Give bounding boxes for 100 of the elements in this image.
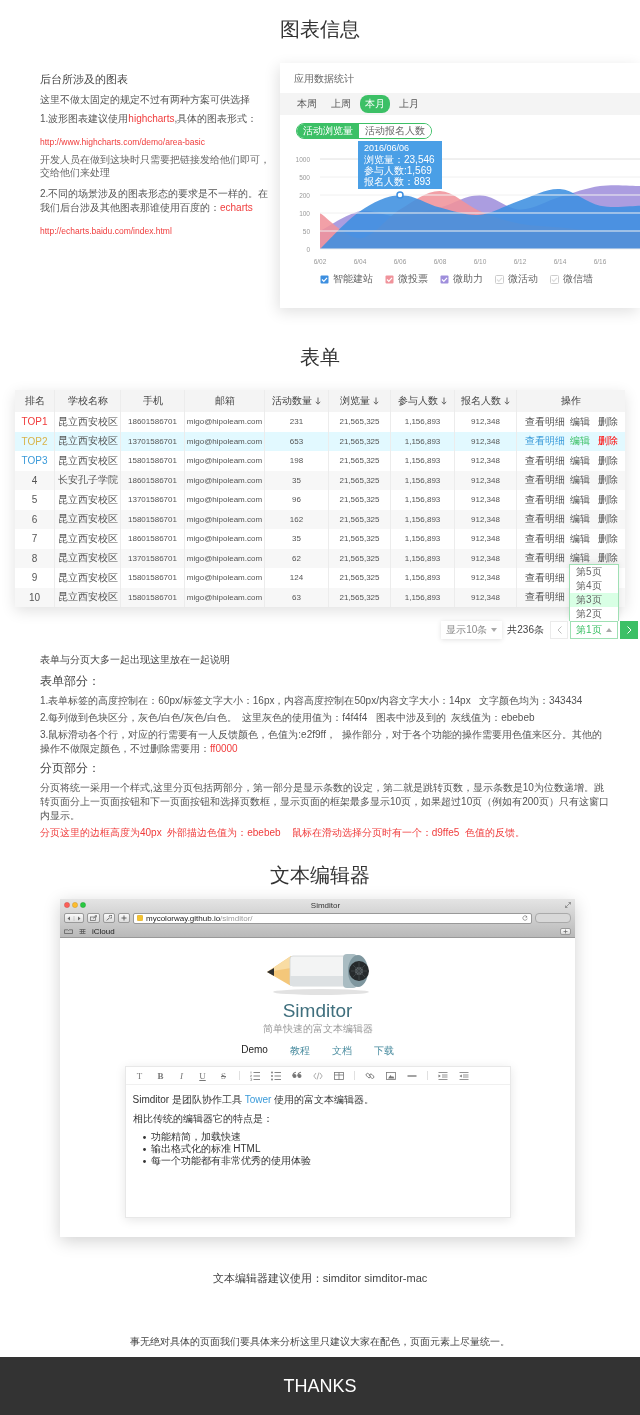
table-cell: 912,348	[455, 529, 517, 549]
chevron-left-icon	[556, 626, 562, 634]
paragraph: 2.不同的场景涉及的图表形态的要求是不一样的。在我们后台涉及其他图表那谁使用百度的：echarts	[40, 187, 270, 215]
row-action-link[interactable]: 查看明细	[525, 531, 565, 546]
menu-item[interactable]: 第5页	[570, 565, 618, 579]
toolbar-button[interactable]: B	[154, 1070, 167, 1081]
row-action-link[interactable]: 查看明细	[525, 453, 565, 468]
address-field[interactable]: mycolorway.github.io/simditor/	[133, 912, 532, 924]
paragraph: Simditor 是团队协作工具 Tower 使用的富文本编辑器。	[132, 1093, 376, 1106]
toolbar-button[interactable]: T	[133, 1070, 146, 1081]
rank-text: 7	[31, 533, 38, 545]
link[interactable]: http://www.highcharts.com/demo/area-basic	[40, 136, 205, 148]
code-icon	[312, 1070, 323, 1081]
window-close-button[interactable]	[64, 902, 70, 908]
row-action-link[interactable]: 查看明细	[525, 590, 565, 605]
toolbar-button[interactable]	[457, 1069, 470, 1082]
legend-item[interactable]: 微助力	[440, 272, 483, 286]
nav-link[interactable]: 文档	[331, 1044, 352, 1058]
row-action-link[interactable]: 编辑	[570, 512, 590, 527]
toolbar-button[interactable]: U	[196, 1070, 209, 1081]
table-cell: 昆立西安校区	[55, 529, 121, 549]
toolbar-button[interactable]	[248, 1069, 261, 1082]
nav-link[interactable]: 教程	[289, 1044, 310, 1058]
row-action-link[interactable]: 删除	[598, 453, 618, 468]
toolbar-button[interactable]	[269, 1069, 282, 1082]
legend-item[interactable]: 微信墙	[550, 272, 593, 286]
period-tab[interactable]: 本周	[292, 95, 322, 113]
table-cell: 昆立西安校区	[55, 587, 121, 607]
toolbar-button[interactable]: I	[175, 1070, 188, 1081]
table-cell: migo@hipoleam.com	[185, 490, 265, 510]
share-button[interactable]	[87, 913, 100, 923]
toolbar-button[interactable]	[311, 1069, 324, 1082]
nav-link[interactable]: 下载	[373, 1044, 394, 1058]
row-action-link[interactable]: 查看明细	[525, 414, 565, 429]
share-icon	[90, 915, 97, 921]
period-tab[interactable]: 上月	[394, 95, 424, 113]
legend-item[interactable]: 微投票	[385, 272, 428, 286]
row-action-link[interactable]: 删除	[598, 551, 618, 566]
tooltip-text: 参与人数:1,569	[364, 165, 433, 176]
row-action-link[interactable]: 编辑	[570, 551, 590, 566]
toolbar-button[interactable]	[384, 1069, 397, 1082]
paragraph: 开发人员在做到这块时只需要把链接发给他们即可，交给他们来处理	[40, 153, 270, 179]
site-favicon-icon	[137, 915, 143, 921]
table-cell: 昆立西安校区	[55, 568, 121, 588]
back-forward-button[interactable]	[64, 913, 84, 923]
link[interactable]: http://echarts.baidu.com/index.html	[40, 225, 172, 237]
toolbar-button[interactable]	[332, 1069, 345, 1082]
table-cell: 21,565,325	[329, 529, 391, 549]
toolbar-button[interactable]: S	[217, 1070, 230, 1081]
add-bookmark-button[interactable]	[560, 927, 571, 935]
row-action-link[interactable]: 查看明细	[525, 551, 565, 566]
window-zoom-button[interactable]	[80, 902, 86, 908]
table-cell: 15801586701	[121, 568, 185, 588]
toolbar-button[interactable]	[436, 1069, 449, 1082]
rank-text: TOP3	[21, 455, 48, 467]
menu-item[interactable]: 第2页	[570, 607, 618, 621]
row-action-link[interactable]: 编辑	[570, 414, 590, 429]
window-title: Simditor	[309, 900, 342, 910]
row-action-link[interactable]: 编辑	[570, 531, 590, 546]
rank-text: 6	[31, 513, 38, 525]
page-size-select[interactable]: 显示10条	[441, 621, 503, 639]
row-action-link[interactable]: 编辑	[570, 453, 590, 468]
paragraph: 这里不做太固定的规定不过有两种方案可供选择	[40, 93, 251, 107]
new-tab-button[interactable]	[118, 913, 130, 923]
rank-text: 4	[31, 474, 38, 486]
next-page-button[interactable]	[620, 621, 638, 639]
settings-button[interactable]	[103, 913, 115, 923]
row-action-link[interactable]: 查看明细	[525, 473, 565, 488]
legend-item[interactable]: 智能建站	[320, 272, 373, 286]
search-field[interactable]	[535, 913, 571, 923]
table-cell: 912,348	[455, 587, 517, 607]
row-action-link[interactable]: 删除	[598, 434, 618, 449]
row-action-link[interactable]: 编辑	[570, 473, 590, 488]
table-cell: 21,565,325	[329, 412, 391, 432]
table-cell: migo@hipoleam.com	[185, 412, 265, 432]
row-action-link[interactable]: 查看明细	[525, 512, 565, 527]
menu-item[interactable]: 第3页	[570, 593, 618, 607]
table-cell: 13701586701	[121, 490, 185, 510]
chevron-right-icon	[626, 626, 632, 634]
bookmark-link[interactable]: iCloud	[92, 926, 554, 936]
row-action-link[interactable]: 编辑	[570, 492, 590, 507]
row-action-link[interactable]: 查看明细	[525, 492, 565, 507]
row-action-link[interactable]: 删除	[598, 473, 618, 488]
row-action-link[interactable]: 删除	[598, 492, 618, 507]
period-tab[interactable]: 上周	[326, 95, 356, 113]
table-cell: 21,565,325	[329, 587, 391, 607]
row-action-link[interactable]: 删除	[598, 414, 618, 429]
legend-item[interactable]: 微活动	[495, 272, 538, 286]
list-item-text: 每一个功能都有非常优秀的使用体验	[150, 1155, 311, 1167]
table-cell: 昆立西安校区	[55, 412, 121, 432]
row-action-link[interactable]: 删除	[598, 512, 618, 527]
menu-item[interactable]: 第4页	[570, 579, 618, 593]
bullet-list-icon	[270, 1070, 281, 1081]
image-icon	[385, 1070, 396, 1081]
row-action-link[interactable]: 查看明细	[525, 570, 565, 585]
row-action-link[interactable]: 删除	[598, 531, 618, 546]
rank-text: 9	[31, 572, 38, 584]
nav-link[interactable]: Demo	[241, 1044, 268, 1058]
table-cell: 1,156,893	[391, 587, 455, 607]
table-cell: migo@hipoleam.com	[185, 529, 265, 549]
